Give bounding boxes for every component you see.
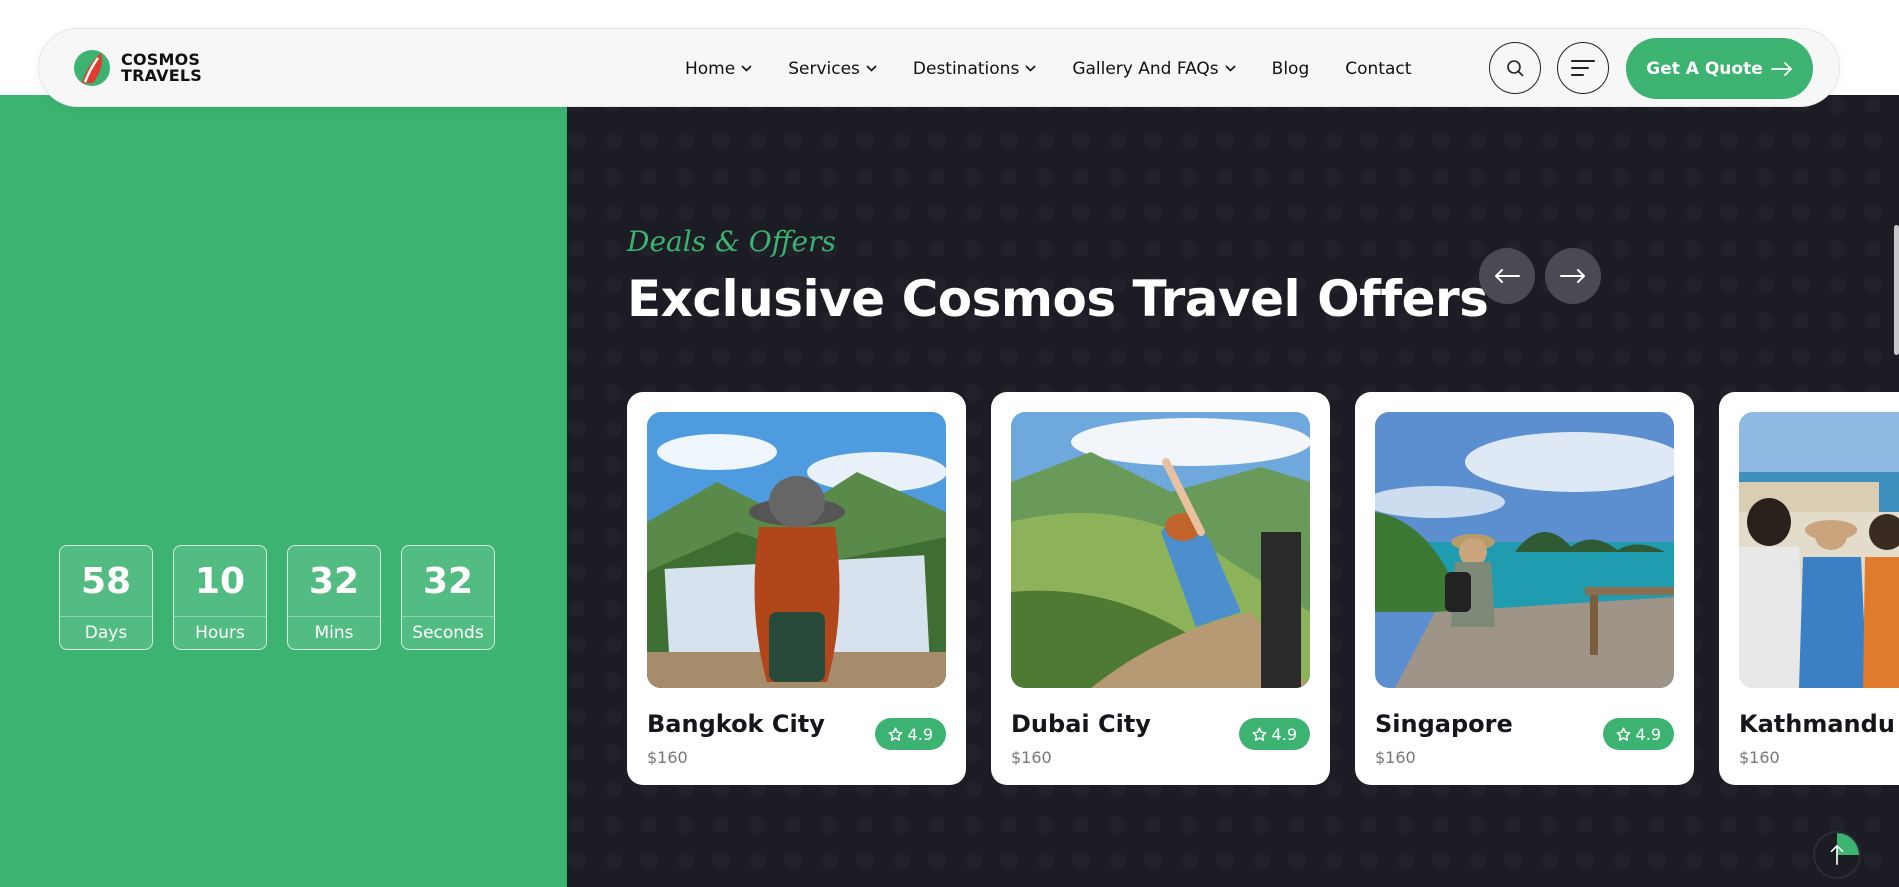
arrow-up-icon [1830, 833, 1859, 865]
menu-icon [1571, 60, 1595, 76]
offer-name[interactable]: Bangkok City [647, 710, 825, 738]
rating-value: 4.9 [907, 724, 933, 744]
search-button[interactable] [1489, 42, 1541, 94]
arrow-right-icon [1560, 269, 1585, 283]
rating-badge: 4.9 [1602, 718, 1674, 750]
get-quote-label: Get A Quote [1646, 58, 1763, 79]
page-scrollbar[interactable] [1894, 225, 1899, 355]
nav-item-gallery-faqs[interactable]: Gallery And FAQs [1072, 58, 1236, 79]
nav-item-destinations[interactable]: Destinations [913, 59, 1036, 79]
nav-item-services[interactable]: Services [788, 59, 877, 79]
offer-card[interactable]: Dubai City $160 4.9 [991, 392, 1330, 785]
scroll-to-top-button[interactable] [1813, 831, 1861, 879]
search-icon [1507, 60, 1524, 77]
section-subtitle: Deals & Offers [627, 225, 836, 258]
offer-price: $160 [1375, 748, 1416, 767]
countdown-label: Mins [314, 623, 354, 643]
countdown-days: 58 Days [59, 545, 153, 650]
site-logo[interactable]: COSMOS TRAVELS [73, 49, 202, 87]
offer-card[interactable]: Bangkok City $160 4.9 [627, 392, 966, 785]
countdown-mins: 32 Mins [287, 545, 381, 650]
offer-photo [1011, 412, 1310, 688]
section-title: Exclusive Cosmos Travel Offers [627, 270, 1489, 328]
chevron-down-icon [741, 65, 752, 72]
get-quote-button[interactable]: Get A Quote [1626, 38, 1813, 99]
star-icon [1616, 727, 1631, 741]
offer-name[interactable]: Kathmandu V [1739, 710, 1899, 738]
chevron-down-icon [1225, 65, 1236, 72]
offer-card[interactable]: Kathmandu V $160 [1719, 392, 1899, 785]
offer-price: $160 [1011, 748, 1052, 767]
countdown-seconds: 32 Seconds [401, 545, 495, 650]
nav-label: Gallery And FAQs [1072, 58, 1219, 79]
nav-item-blog[interactable]: Blog [1272, 59, 1310, 79]
nav-label: Services [788, 58, 860, 79]
countdown-value: 32 [288, 546, 380, 617]
rating-badge: 4.9 [1238, 718, 1310, 750]
logo-line2: TRAVELS [121, 66, 202, 85]
countdown-value: 58 [60, 546, 152, 617]
countdown-hours: 10 Hours [173, 545, 267, 650]
nav-label: Home [685, 58, 736, 79]
arrow-right-icon [1770, 61, 1792, 76]
offer-photo [1375, 412, 1674, 688]
rating-value: 4.9 [1635, 724, 1661, 744]
chevron-down-icon [866, 65, 877, 72]
nav-label: Destinations [912, 58, 1020, 79]
offer-name[interactable]: Singapore [1375, 710, 1513, 738]
countdown-label: Seconds [412, 623, 484, 643]
menu-button[interactable] [1557, 42, 1609, 94]
star-icon [1252, 727, 1267, 741]
chevron-down-icon [1025, 65, 1036, 72]
offer-price: $160 [647, 748, 688, 767]
offer-name[interactable]: Dubai City [1011, 710, 1151, 738]
offer-card[interactable]: Singapore $160 4.9 [1355, 392, 1694, 785]
nav-item-contact[interactable]: Contact [1345, 59, 1411, 79]
rating-value: 4.9 [1271, 724, 1297, 744]
nav-label: Blog [1271, 58, 1310, 79]
offer-cards: Bangkok City $160 4.9 Dubai City $160 4.… [627, 392, 1899, 785]
countdown-label: Hours [195, 623, 245, 643]
rating-badge: 4.9 [874, 718, 946, 750]
countdown-label: Days [84, 623, 128, 643]
logo-text: COSMOS TRAVELS [121, 52, 202, 84]
offers-section: Deals & Offers Exclusive Cosmos Travel O… [567, 95, 1899, 887]
arrow-left-icon [1495, 269, 1520, 283]
carousel-next-button[interactable] [1545, 248, 1601, 304]
carousel-prev-button[interactable] [1479, 248, 1535, 304]
star-icon [888, 727, 903, 741]
countdown-value: 10 [174, 546, 266, 617]
nav-label: Contact [1345, 58, 1412, 79]
countdown-panel: 58 Days 10 Hours 32 Mins 32 Seconds [0, 95, 567, 887]
main-nav: Home Services Destinations Gallery And F… [685, 29, 1411, 108]
nav-item-home[interactable]: Home [685, 59, 752, 79]
countdown-value: 32 [402, 546, 494, 617]
site-header: COSMOS TRAVELS Home Services Destination… [38, 28, 1840, 107]
offer-photo [647, 412, 946, 688]
offer-price: $160 [1739, 748, 1780, 767]
logo-icon [74, 50, 110, 86]
offer-photo [1739, 412, 1899, 688]
countdown-timer: 58 Days 10 Hours 32 Mins 32 Seconds [59, 545, 495, 650]
